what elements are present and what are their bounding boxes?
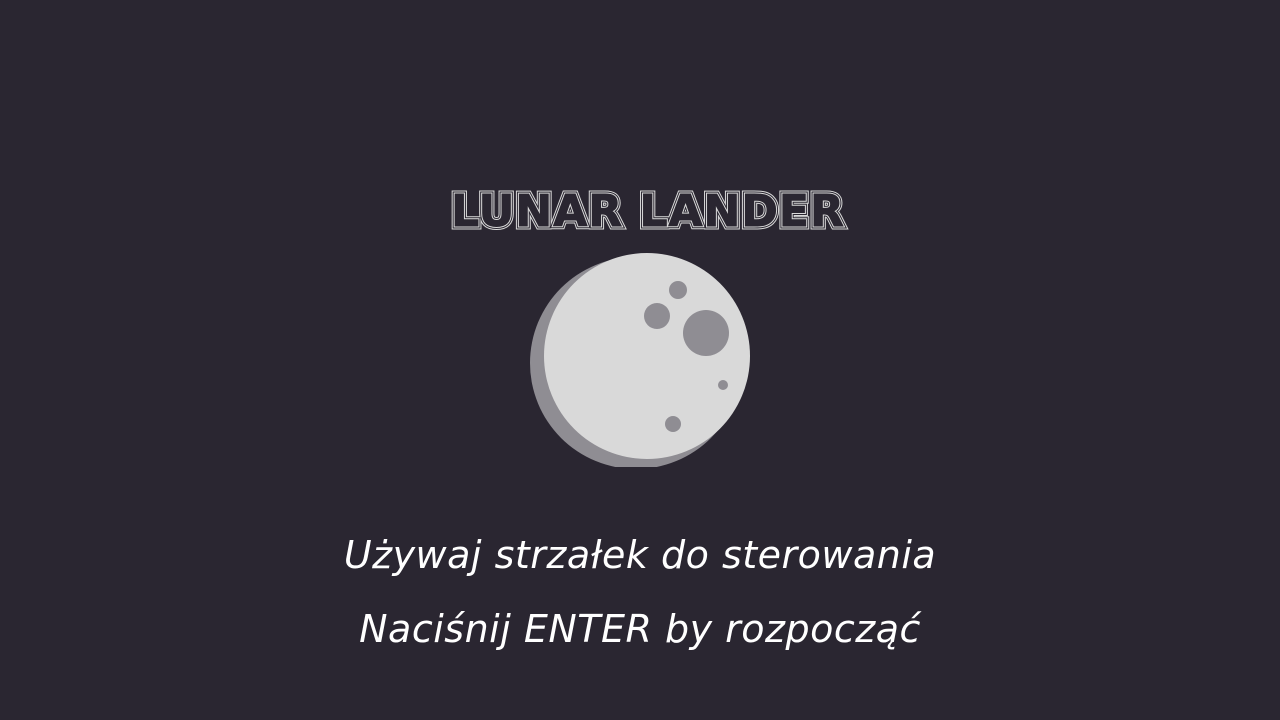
- crater: [669, 281, 687, 299]
- crater: [644, 303, 670, 329]
- crater: [665, 416, 681, 432]
- moon-icon: [520, 245, 760, 475]
- crater: [718, 380, 728, 390]
- game-title-logo: LUNAR LANDER LUNAR LANDER LUNAR LANDER L…: [448, 183, 848, 241]
- svg-text:LUNAR LANDER: LUNAR LANDER: [451, 186, 845, 237]
- instructions: Używaj strzałek do sterowania Naciśnij E…: [0, 518, 1280, 666]
- instruction-controls: Używaj strzałek do sterowania: [343, 533, 937, 577]
- crater: [683, 310, 729, 356]
- game-title: LUNAR LANDER LUNAR LANDER LUNAR LANDER L…: [0, 180, 1280, 241]
- title-screen: LUNAR LANDER LUNAR LANDER LUNAR LANDER L…: [0, 0, 1280, 720]
- instruction-start: Naciśnij ENTER by rozpocząć: [359, 607, 921, 651]
- moon-illustration: [520, 253, 760, 475]
